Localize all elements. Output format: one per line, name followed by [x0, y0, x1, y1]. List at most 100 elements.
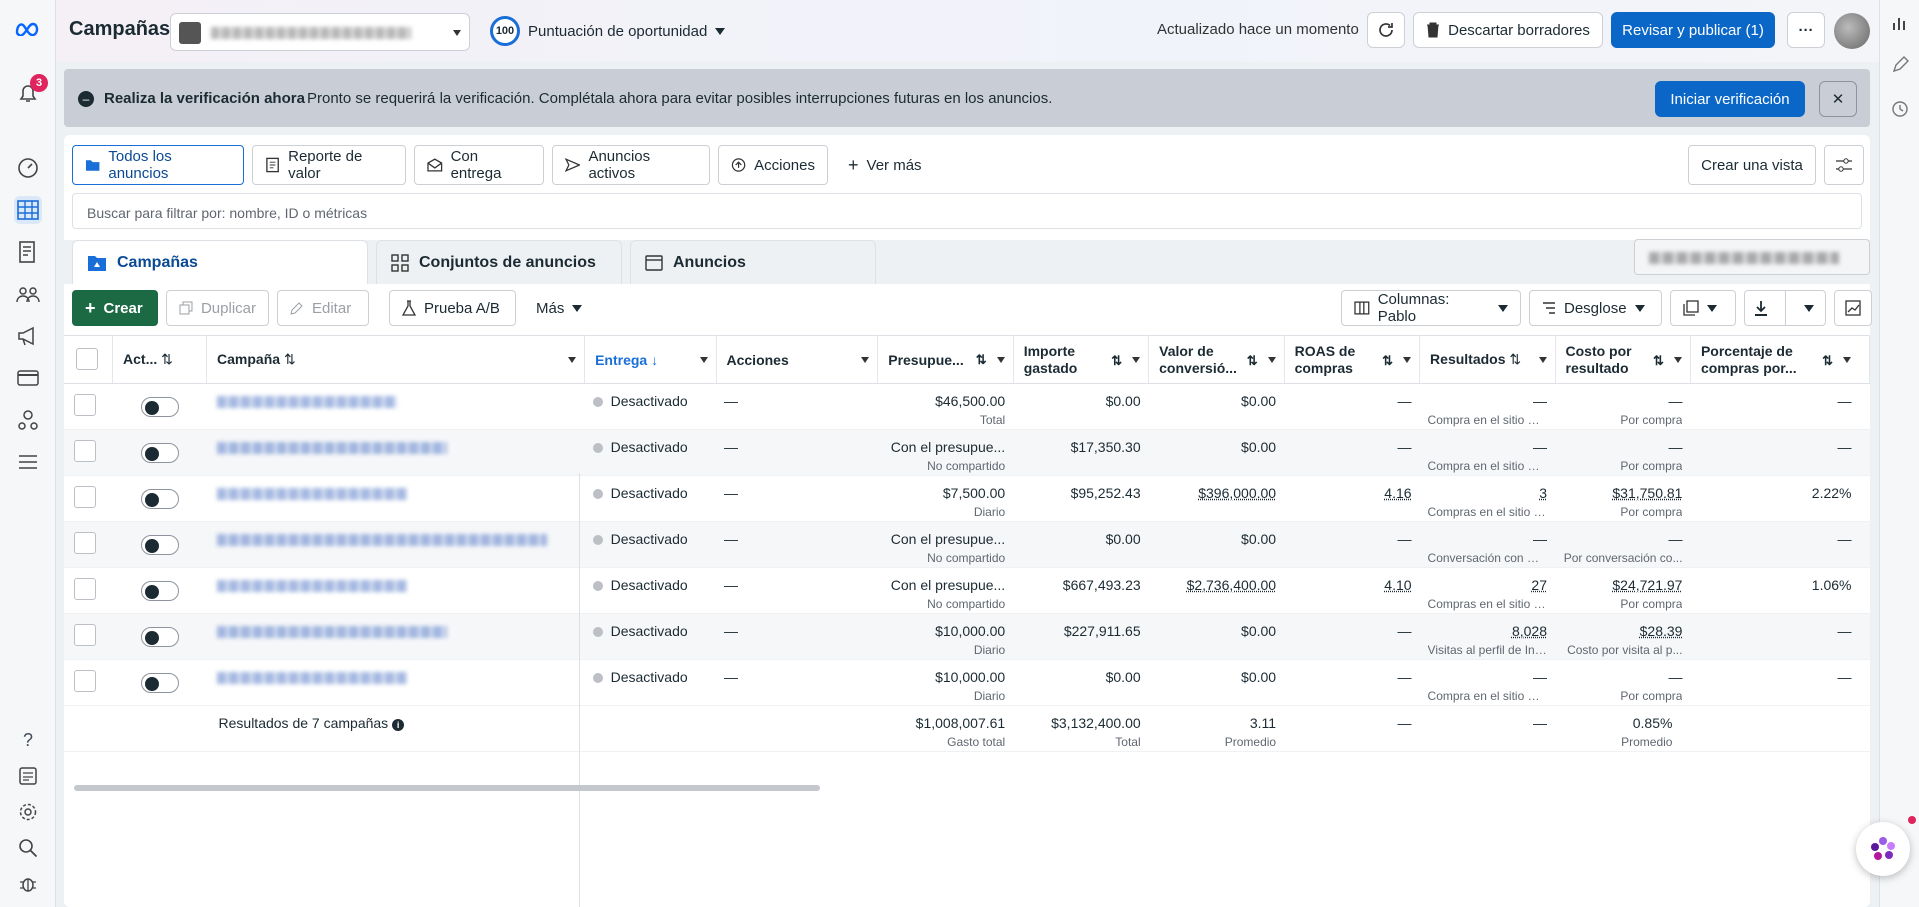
audiences-icon[interactable] — [14, 280, 42, 308]
megaphone-icon[interactable] — [14, 322, 42, 350]
toggle-cell[interactable] — [112, 659, 207, 706]
assistant-button[interactable] — [1856, 822, 1910, 876]
view-value-report[interactable]: Reporte de valor — [252, 145, 406, 185]
budget-cell[interactable]: $46,500.00 Total — [877, 383, 1014, 430]
ab-test-button[interactable]: Prueba A/B — [389, 290, 516, 326]
campaign-toggle[interactable] — [140, 443, 179, 463]
bug-icon[interactable] — [14, 870, 42, 898]
columns-button[interactable]: Columnas: Pablo — [1341, 290, 1521, 326]
row-checkbox-cell[interactable] — [64, 521, 113, 568]
campaign-name-redacted[interactable] — [216, 580, 407, 592]
table-row[interactable]: Desactivado — $7,500.00 Diario $95,252.43 $39… — [64, 475, 1870, 522]
more-options-button[interactable]: ··· — [1787, 12, 1825, 48]
toggle-cell[interactable] — [112, 429, 207, 476]
campaign-name-redacted[interactable] — [216, 626, 447, 638]
column-amount-spent[interactable]: Importe gastado ⇅ — [1013, 335, 1150, 384]
campaign-toggle[interactable] — [140, 673, 179, 693]
reports-button[interactable] — [1670, 290, 1736, 326]
row-checkbox[interactable] — [74, 532, 96, 554]
row-checkbox[interactable] — [74, 486, 96, 508]
row-checkbox[interactable] — [74, 440, 96, 462]
campaign-name-cell[interactable] — [206, 475, 585, 522]
campaign-name-cell[interactable] — [206, 429, 585, 476]
toggle-cell[interactable] — [112, 521, 207, 568]
charts-button[interactable] — [1834, 290, 1872, 326]
refresh-button[interactable] — [1367, 12, 1405, 48]
budget-cell[interactable]: $10,000.00 Diario — [877, 613, 1014, 660]
column-active[interactable]: Act... ⇅ — [112, 335, 208, 384]
export-button[interactable] — [1744, 290, 1826, 326]
column-cost-per-result[interactable]: Costo por resultado ⇅ — [1555, 335, 1691, 384]
view-actions[interactable]: Acciones — [718, 145, 828, 185]
create-button[interactable]: + Crear — [72, 290, 158, 326]
column-actions[interactable]: Acciones — [716, 335, 879, 384]
discard-drafts-button[interactable]: Descartar borradores — [1413, 12, 1603, 48]
view-more[interactable]: + Ver más — [836, 145, 936, 185]
history-clock-icon[interactable] — [1891, 100, 1909, 121]
campaigns-table-icon[interactable] — [14, 196, 42, 224]
row-checkbox[interactable] — [74, 624, 96, 646]
row-checkbox[interactable] — [74, 670, 96, 692]
news-icon[interactable] — [14, 762, 42, 790]
budget-cell[interactable]: Con el presupue... No compartido — [877, 521, 1014, 568]
select-all-checkbox[interactable] — [76, 347, 98, 370]
budget-cell[interactable]: Con el presupue... No compartido — [877, 429, 1014, 476]
create-view-button[interactable]: Crear una vista — [1688, 145, 1816, 185]
toggle-cell[interactable] — [112, 383, 207, 430]
row-checkbox[interactable] — [74, 394, 96, 416]
edit-button[interactable]: Editar — [277, 290, 369, 326]
table-row[interactable]: Desactivado — Con el presupue... No compart… — [64, 429, 1870, 476]
campaign-name-cell[interactable] — [206, 383, 585, 430]
table-row[interactable]: Desactivado — Con el presupue... No compart… — [64, 521, 1870, 568]
tab-ads[interactable]: Anuncios — [630, 240, 876, 284]
review-publish-button[interactable]: Revisar y publicar (1) — [1611, 12, 1775, 48]
column-budget[interactable]: Presupue... ⇅ — [877, 335, 1014, 384]
column-conversion-value[interactable]: Valor de conversió... ⇅ — [1148, 335, 1285, 384]
opportunity-score[interactable]: 100 Puntuación de oportunidad — [490, 16, 726, 46]
row-checkbox[interactable] — [74, 578, 96, 600]
table-row[interactable]: Desactivado — $46,500.00 Total $0.00 $0.00— — C… — [64, 383, 1870, 430]
business-settings-icon[interactable] — [14, 406, 42, 434]
breakdown-button[interactable]: Desglose — [1529, 290, 1662, 326]
chart-icon[interactable] — [1891, 14, 1909, 35]
start-verification-button[interactable]: Iniciar verificación — [1655, 81, 1805, 117]
dashboard-gauge-icon[interactable] — [14, 154, 42, 182]
menu-icon[interactable] — [14, 448, 42, 476]
campaign-toggle[interactable] — [140, 397, 179, 417]
toggle-cell[interactable] — [112, 613, 207, 660]
toggle-cell[interactable] — [112, 567, 207, 614]
table-row[interactable]: Desactivado — $10,000.00 Diario $227,911.65 $… — [64, 613, 1870, 660]
budget-cell[interactable]: $7,500.00 Diario — [877, 475, 1014, 522]
row-checkbox-cell[interactable] — [64, 383, 113, 430]
select-all-header[interactable] — [64, 335, 114, 384]
search-icon[interactable] — [14, 834, 42, 862]
campaign-toggle[interactable] — [140, 581, 179, 601]
campaign-toggle[interactable] — [140, 489, 179, 509]
row-checkbox-cell[interactable] — [64, 613, 113, 660]
column-purchase-pct[interactable]: Porcentaje de compras por... ⇅ — [1690, 335, 1871, 384]
column-roas[interactable]: ROAS de compras ⇅ — [1284, 335, 1421, 384]
campaign-name-redacted[interactable] — [216, 534, 547, 546]
row-checkbox-cell[interactable] — [64, 567, 113, 614]
search-input[interactable]: Buscar para filtrar por: nombre, ID o mé… — [72, 193, 1862, 229]
reports-icon[interactable] — [14, 238, 42, 266]
tab-campaigns[interactable]: Campañas — [72, 240, 368, 284]
column-results[interactable]: Resultados ⇅ — [1419, 335, 1556, 384]
account-selector[interactable] — [170, 13, 470, 51]
tab-ad-sets[interactable]: Conjuntos de anuncios — [376, 240, 622, 284]
gear-icon[interactable] — [14, 798, 42, 826]
billing-card-icon[interactable] — [14, 364, 42, 392]
column-campaign[interactable]: Campaña ⇅ — [206, 335, 586, 384]
budget-cell[interactable]: Con el presupue... No compartido — [877, 567, 1014, 614]
campaign-name-redacted[interactable] — [216, 488, 407, 500]
budget-cell[interactable]: $10,000.00 Diario — [877, 659, 1014, 706]
help-icon[interactable]: ? — [14, 726, 42, 754]
campaign-name-cell[interactable] — [206, 521, 585, 568]
campaign-name-redacted[interactable] — [216, 442, 447, 454]
duplicate-button[interactable]: Duplicar — [166, 290, 269, 326]
row-checkbox-cell[interactable] — [64, 475, 113, 522]
campaign-toggle[interactable] — [140, 535, 179, 555]
date-range-picker[interactable] — [1634, 239, 1870, 275]
pencil-icon[interactable] — [1891, 56, 1909, 77]
more-actions-button[interactable]: Más — [524, 290, 596, 326]
